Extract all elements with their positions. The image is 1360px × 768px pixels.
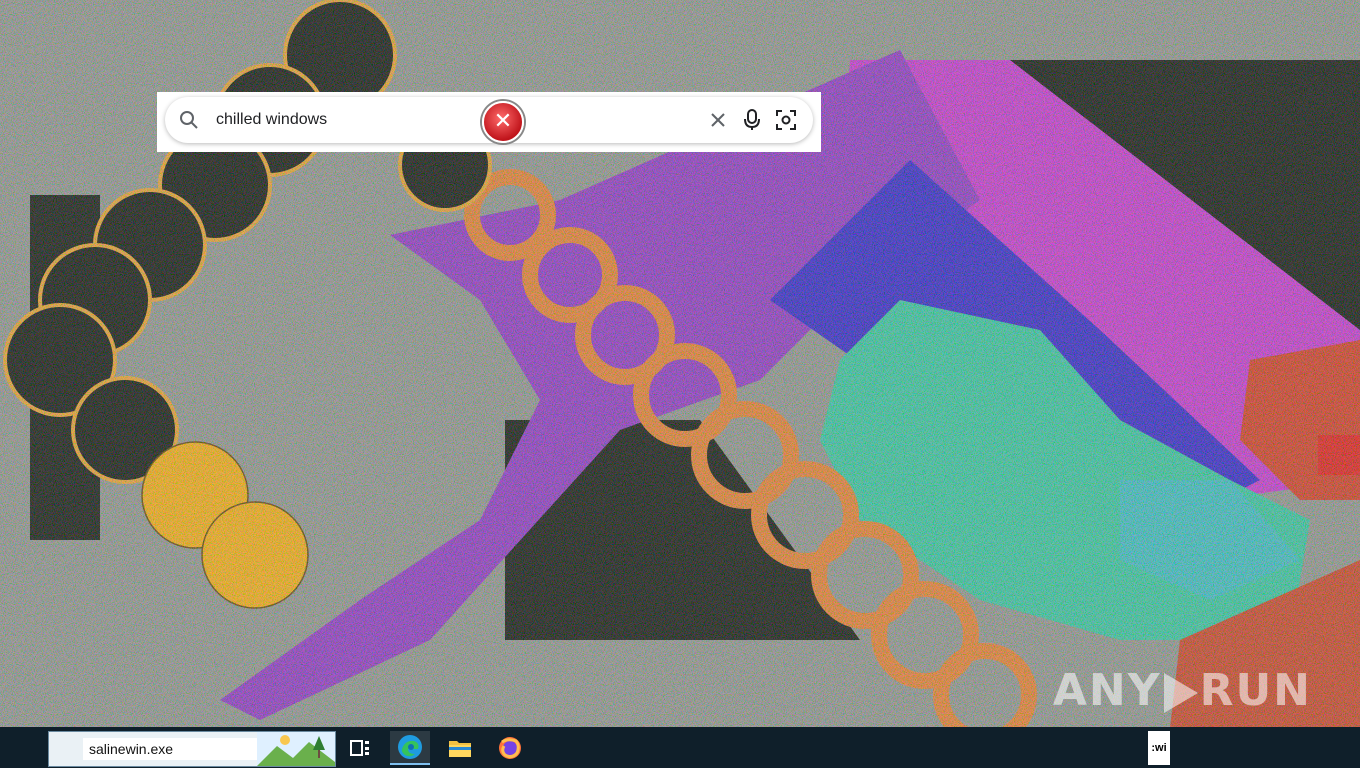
taskbar-search-input[interactable]: salinewin.exe xyxy=(83,738,259,760)
watermark-text-left: ANY xyxy=(1052,665,1162,716)
watermark-text-right: RUN xyxy=(1199,665,1312,716)
tray-window-label[interactable]: :wi xyxy=(1148,731,1170,765)
play-icon xyxy=(1163,673,1198,713)
taskbar: salinewin.exe :wi xyxy=(0,727,1360,768)
error-icon: ✕ xyxy=(482,101,524,143)
edge-icon[interactable] xyxy=(390,731,430,765)
close-icon[interactable] xyxy=(701,103,735,137)
search-icon xyxy=(177,108,201,132)
anyrun-watermark: ANY RUN xyxy=(1053,665,1312,716)
folder-icon[interactable] xyxy=(440,731,480,765)
task-view-icon[interactable] xyxy=(340,731,380,765)
taskbar-search-box[interactable]: salinewin.exe xyxy=(48,731,336,767)
search-highlight-icon xyxy=(257,732,335,766)
microphone-icon[interactable] xyxy=(735,103,769,137)
search-query[interactable]: chilled windows xyxy=(216,111,701,129)
firefox-icon[interactable] xyxy=(490,731,530,765)
camera-search-icon[interactable] xyxy=(769,103,803,137)
